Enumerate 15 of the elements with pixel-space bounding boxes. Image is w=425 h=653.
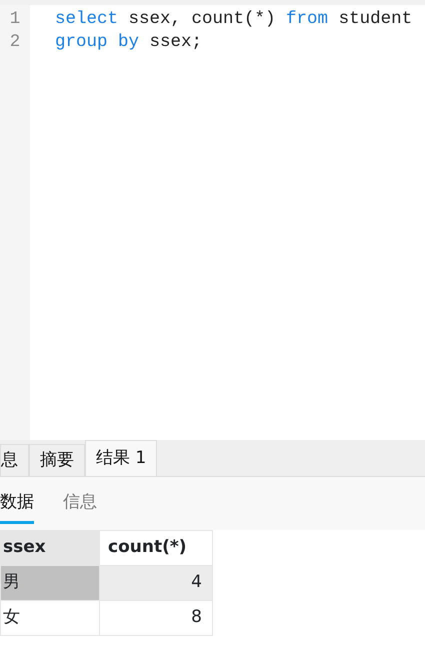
column-header[interactable]: ssex	[0, 530, 100, 566]
result-tab[interactable]: 结果 1	[85, 440, 158, 476]
column-header[interactable]: count(*)	[100, 530, 212, 566]
line-number: 2	[8, 31, 22, 54]
view-tab[interactable]: 信息	[63, 488, 97, 524]
table-cell: 男	[0, 566, 100, 600]
code-line: select ssex, count(*) from student	[55, 8, 414, 31]
view-tab[interactable]: 数据	[0, 488, 34, 524]
table-cell: 4	[100, 566, 212, 600]
code-line: group by ssex;	[55, 31, 204, 54]
result-tab[interactable]: 息	[0, 444, 29, 476]
table-cell: 8	[100, 600, 212, 636]
table-cell: 女	[0, 600, 100, 636]
result-tab[interactable]: 摘要	[29, 444, 85, 476]
line-number: 1	[8, 8, 22, 31]
